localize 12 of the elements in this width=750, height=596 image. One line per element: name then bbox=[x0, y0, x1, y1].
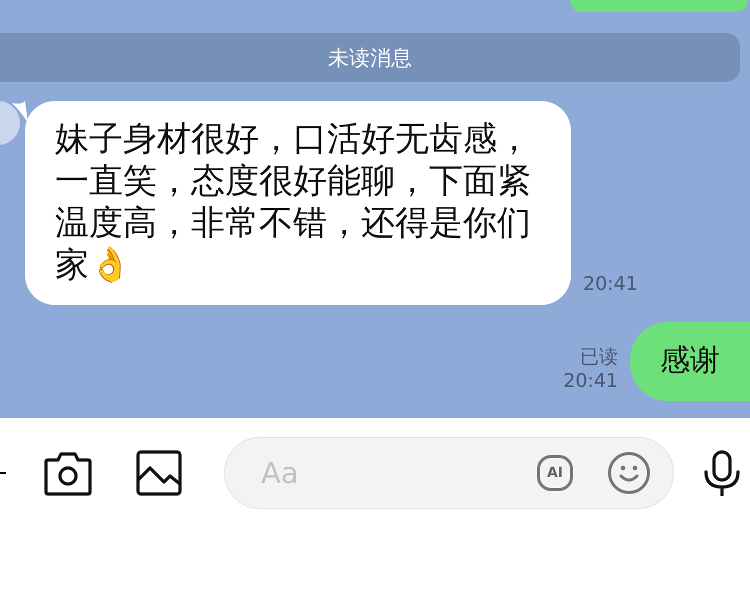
bubble-tail bbox=[12, 101, 28, 123]
microphone-icon[interactable] bbox=[703, 450, 741, 496]
image-icon[interactable] bbox=[136, 450, 182, 496]
emoji-icon[interactable] bbox=[607, 451, 651, 495]
message-bubble: 妹子身材很好，口活好无齿感，一直笑，态度很好能聊，下面紧温度高，非常不错，还得是你们家👌 bbox=[25, 101, 571, 305]
message-bubble: 感谢 bbox=[630, 322, 750, 401]
camera-icon[interactable] bbox=[44, 450, 92, 496]
message-time: 20:41 bbox=[583, 273, 638, 295]
read-receipt: 已读 bbox=[580, 345, 618, 369]
message-time: 20:41 bbox=[563, 369, 618, 393]
ai-button[interactable]: AI bbox=[537, 455, 573, 491]
plus-icon[interactable] bbox=[0, 471, 6, 475]
